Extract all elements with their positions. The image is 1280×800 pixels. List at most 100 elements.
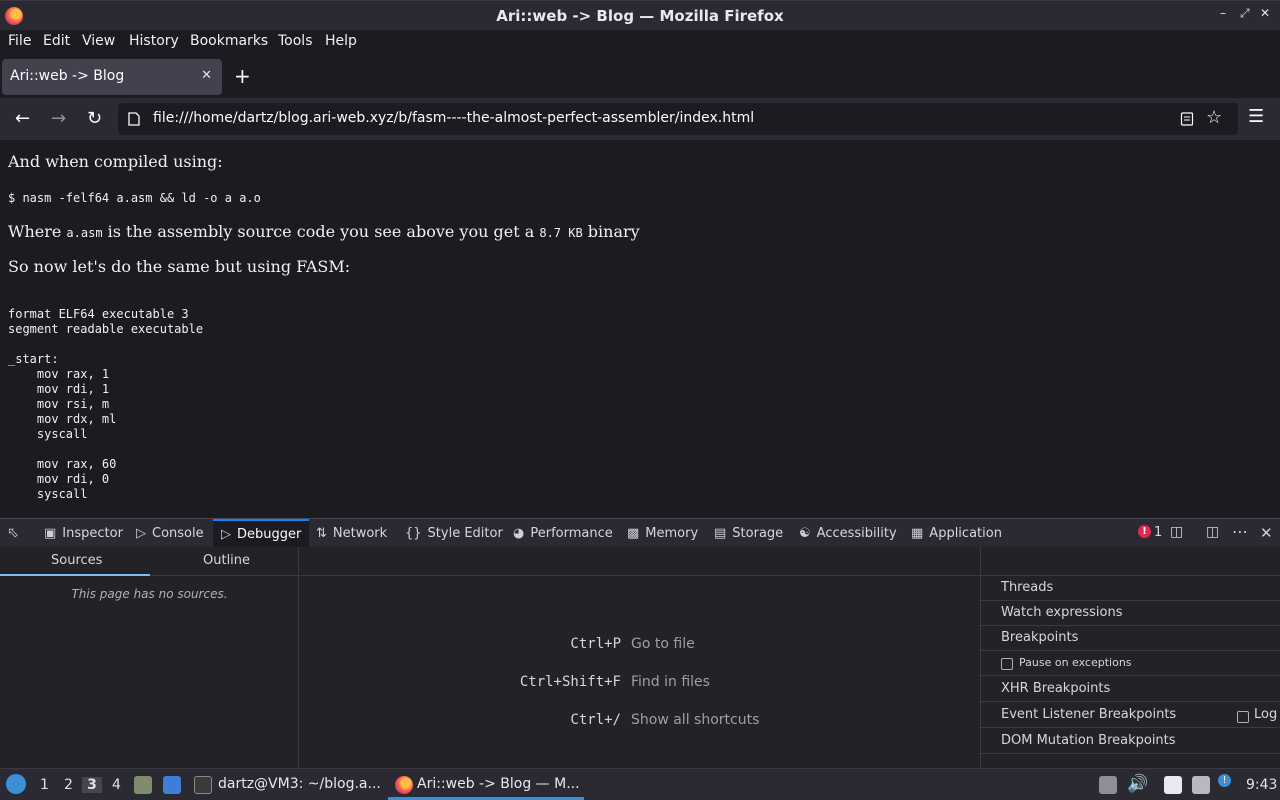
performance-icon: ◕ — [513, 525, 525, 541]
log-checkbox[interactable] — [1237, 709, 1249, 724]
devtools-body: Sources Outline This page has no sources… — [0, 547, 1280, 768]
shortcut-find-in-files[interactable]: Find in files — [631, 674, 710, 690]
taskbar-window-firefox[interactable]: Ari::web -> Blog — M... — [417, 776, 580, 792]
code-line: format ELF64 executable 3 — [8, 307, 189, 321]
devtools-tab-console[interactable]: ▷ Console — [130, 519, 210, 547]
hamburger-menu-icon[interactable]: ☰ — [1248, 106, 1264, 127]
menu-bookmarks[interactable]: Bookmarks — [190, 33, 268, 49]
error-count[interactable]: 1 — [1154, 525, 1162, 540]
start-menu-icon[interactable] — [6, 774, 26, 794]
devtools-tab-style-editor[interactable]: {} Style Editor — [399, 519, 509, 547]
split-console-icon[interactable]: ◫ — [1170, 524, 1183, 540]
devtools-tab-inspector-label: Inspector — [62, 525, 123, 541]
clipboard-icon[interactable] — [1164, 776, 1182, 794]
maximize-button[interactable]: ⤢ — [1240, 6, 1250, 21]
menu-view[interactable]: View — [82, 33, 115, 49]
pause-on-exceptions-checkbox[interactable] — [1001, 656, 1013, 671]
workspace-2[interactable]: 2 — [64, 777, 73, 793]
close-window-button[interactable]: ✕ — [1260, 6, 1270, 20]
taskbar-window-terminal[interactable]: dartz@VM3: ~/blog.a... — [218, 776, 381, 792]
file-manager-icon[interactable] — [134, 776, 152, 794]
section-xhr-breakpoints[interactable]: XHR Breakpoints — [981, 677, 1280, 702]
window-title: Ari::web -> Blog — Mozilla Firefox — [496, 7, 784, 25]
section-threads[interactable]: Threads — [981, 576, 1280, 601]
devtools-tab-debugger[interactable]: ▷ Debugger — [213, 519, 310, 547]
reader-view-icon[interactable] — [1180, 112, 1194, 126]
url-text[interactable]: file:///home/dartz/blog.ari-web.xyz/b/fa… — [153, 110, 754, 126]
shortcut-show-all[interactable]: Show all shortcuts — [631, 712, 759, 728]
browser-tab[interactable]: Ari::web -> Blog ✕ — [2, 59, 222, 95]
devtools-tab-console-label: Console — [152, 525, 204, 541]
more-options-icon[interactable]: ⋯ — [1232, 522, 1248, 541]
code-line: segment readable executable — [8, 322, 204, 336]
workspace-4[interactable]: 4 — [112, 777, 121, 793]
menu-edit[interactable]: Edit — [43, 33, 70, 49]
workspace-3[interactable]: 3 — [82, 777, 102, 793]
debugger-sidebar-header — [981, 547, 1280, 576]
tab-label: Ari::web -> Blog — [10, 68, 125, 84]
shortcut-go-to-file[interactable]: Go to file — [631, 636, 695, 652]
tab-strip: Ari::web -> Blog ✕ + — [0, 55, 1280, 98]
devtools-tab-accessibility[interactable]: ☯ Accessibility — [793, 519, 903, 547]
code-line: mov rax, 1 — [8, 367, 110, 381]
section-breakpoints[interactable]: Breakpoints — [981, 626, 1280, 651]
minimize-button[interactable]: – — [1220, 6, 1226, 20]
dock-toggle-icon[interactable]: ◫ — [1206, 524, 1219, 540]
devtools-tab-storage[interactable]: ▤ Storage — [708, 519, 789, 547]
menu-history[interactable]: History — [129, 33, 179, 49]
devtools-tab-network-label: Network — [332, 525, 388, 541]
tab-close-icon[interactable]: ✕ — [201, 68, 212, 83]
devtools-tab-memory-label: Memory — [645, 525, 699, 541]
application-icon: ▦ — [911, 525, 924, 541]
forward-arrow-icon[interactable]: → — [51, 108, 66, 129]
element-picker-icon[interactable]: ⬁ — [7, 525, 19, 541]
desktop-icon[interactable] — [163, 776, 181, 794]
system-taskbar: 1 2 3 4 dartz@VM3: ~/blog.a... Ari::web … — [0, 768, 1280, 800]
menu-help[interactable]: Help — [325, 33, 357, 49]
notification-icon[interactable]: ! — [1218, 774, 1231, 787]
code-block: format ELF64 executable 3 segment readabl… — [8, 307, 203, 502]
console-icon: ▷ — [136, 525, 146, 541]
shortcut-key-go-to-file: Ctrl+P — [570, 636, 621, 652]
section-event-listener-breakpoints[interactable]: Event Listener Breakpoints Log — [981, 703, 1280, 728]
paragraph-compiled: And when compiled using: — [8, 152, 223, 171]
menu-tools[interactable]: Tools — [278, 33, 313, 49]
back-arrow-icon[interactable]: ← — [15, 108, 30, 129]
workspace-1[interactable]: 1 — [40, 777, 49, 793]
section-dom-mutation-breakpoints-label: DOM Mutation Breakpoints — [1001, 733, 1176, 748]
inspector-icon: ▣ — [44, 525, 57, 541]
bookmark-star-icon[interactable]: ☆ — [1206, 107, 1222, 128]
menu-file[interactable]: File — [8, 33, 31, 49]
inline-code-size: 8.7 KB — [539, 226, 583, 240]
volume-icon[interactable]: 🔊 — [1127, 774, 1148, 794]
devtools-tab-memory[interactable]: ▩ Memory — [621, 519, 704, 547]
devtools-tab-inspector[interactable]: ▣ Inspector — [38, 519, 129, 547]
devtools-tab-performance[interactable]: ◕ Performance — [507, 519, 619, 547]
editor-header — [300, 547, 980, 576]
page-content: And when compiled using: $ nasm -felf64 … — [0, 140, 1280, 518]
network-tray-icon[interactable] — [1192, 776, 1210, 794]
menubar: File Edit View History Bookmarks Tools H… — [0, 30, 1280, 55]
updates-icon[interactable] — [1099, 776, 1117, 794]
url-bar[interactable]: file:///home/dartz/blog.ari-web.xyz/b/fa… — [118, 103, 1238, 135]
network-icon: ⇅ — [316, 525, 327, 541]
firefox-taskbar-icon — [395, 776, 413, 794]
code-line: syscall — [8, 487, 88, 501]
section-xhr-breakpoints-label: XHR Breakpoints — [1001, 681, 1111, 696]
tab-sources[interactable]: Sources — [51, 553, 102, 568]
close-devtools-icon[interactable]: ✕ — [1260, 524, 1273, 542]
devtools-tab-application[interactable]: ▦ Application — [905, 519, 1008, 547]
new-tab-button[interactable]: + — [234, 64, 251, 88]
devtools-tab-network[interactable]: ⇅ Network — [310, 519, 393, 547]
code-line: mov rdx, ml — [8, 412, 117, 426]
reload-icon[interactable]: ↻ — [87, 108, 102, 129]
error-icon[interactable]: ! — [1138, 525, 1151, 538]
section-dom-mutation-breakpoints[interactable]: DOM Mutation Breakpoints — [981, 729, 1280, 754]
section-watch-expressions[interactable]: Watch expressions — [981, 601, 1280, 626]
tab-outline[interactable]: Outline — [203, 553, 250, 568]
pause-on-exceptions-row: Pause on exceptions — [981, 651, 1280, 676]
devtools-tab-style-editor-label: Style Editor — [427, 525, 503, 541]
paragraph-where: Where a.asm is the assembly source code … — [8, 222, 640, 241]
